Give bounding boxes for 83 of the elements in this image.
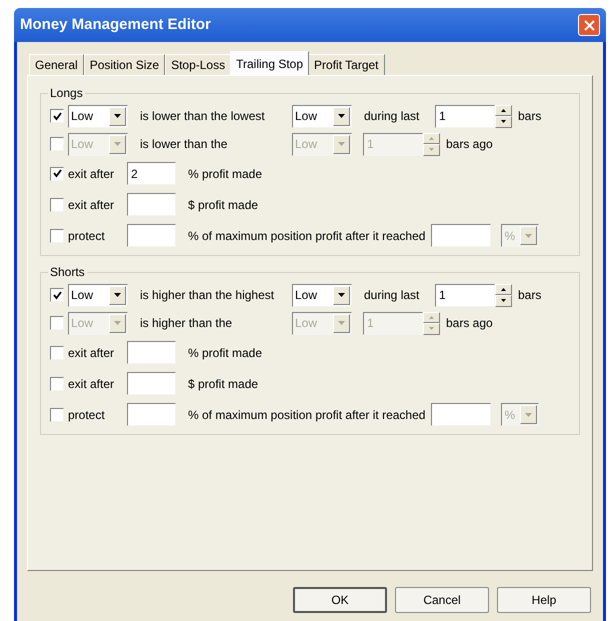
caret-icon [338, 142, 345, 146]
dropdown-arrow-button[interactable] [333, 286, 350, 304]
caret-icon [338, 114, 345, 118]
condition-label: is lower than the [140, 136, 228, 153]
condition-label: is higher than the [140, 315, 234, 332]
spin-down-button[interactable] [495, 295, 512, 306]
dropdown[interactable]: Low [292, 284, 352, 306]
up-arrow-icon [501, 108, 506, 112]
tab[interactable]: Stop-Loss [165, 54, 232, 75]
up-arrow-icon [429, 316, 434, 319]
checkbox-label: protect [68, 228, 106, 244]
spin-down-button[interactable] [495, 116, 512, 128]
window-title: Money Management Editor [20, 14, 211, 35]
up-arrow-icon [501, 288, 506, 291]
dialog-button[interactable]: Help [497, 587, 591, 613]
tab[interactable]: Profit Target [308, 54, 385, 75]
unit-label: bars [518, 287, 542, 304]
during-label: during last [364, 108, 420, 125]
input-field[interactable]: 1 [435, 104, 495, 128]
dropdown-arrow-button[interactable] [109, 286, 126, 304]
input-field[interactable] [127, 372, 176, 395]
checkbox[interactable] [50, 288, 64, 302]
tab[interactable]: General [29, 54, 84, 75]
spin-up-button[interactable] [495, 104, 512, 116]
dialog-button[interactable]: OK [293, 587, 387, 613]
description-label: $ profit made [188, 376, 258, 392]
checkbox[interactable] [50, 408, 64, 422]
input-field[interactable] [127, 403, 176, 426]
caret-icon [114, 142, 121, 146]
checkbox[interactable] [50, 228, 64, 242]
down-arrow-icon [501, 120, 506, 124]
description-label: % profit made [188, 166, 262, 182]
down-arrow-icon [429, 327, 434, 330]
caret-icon [338, 321, 345, 325]
description-label: $ profit made [188, 196, 258, 214]
during-label: during last [364, 287, 420, 304]
down-arrow-icon [501, 299, 506, 302]
checkbox[interactable] [50, 166, 64, 180]
input-field[interactable]: 1 [435, 284, 495, 306]
checkbox[interactable] [50, 346, 64, 360]
condition-label: is higher than the highest [140, 287, 276, 304]
checkbox-label: exit after [68, 166, 116, 182]
unit-label: bars [518, 108, 542, 125]
up-arrow-icon [429, 136, 434, 140]
description-label: % profit made [188, 344, 262, 362]
input-field[interactable] [127, 341, 176, 364]
close-icon [584, 20, 594, 30]
input-field[interactable]: 2 [127, 162, 176, 185]
description-label: % of maximum position profit after it reached [188, 406, 426, 424]
caret-icon [114, 293, 121, 297]
caret-icon [338, 293, 345, 297]
group-title: Shorts [49, 264, 86, 281]
spin-up-button[interactable] [495, 284, 512, 295]
dropdown-arrow-button[interactable] [109, 106, 126, 126]
checkbox-label: exit after [68, 196, 116, 214]
dialog-button[interactable]: Cancel [395, 587, 489, 613]
caret-icon [114, 321, 121, 325]
close-button[interactable] [578, 14, 600, 36]
unit-label: bars ago [446, 315, 493, 332]
input-field[interactable] [431, 224, 492, 247]
description-label: % of maximum position profit after it reached [188, 228, 426, 244]
input-field[interactable] [127, 193, 176, 216]
condition-label: is lower than the lowest [140, 108, 266, 125]
checkbox-label: exit after [68, 344, 116, 362]
unit-label: bars ago [446, 136, 493, 153]
dropdown[interactable]: Low [68, 104, 128, 128]
caret-icon [114, 114, 121, 118]
dropdown[interactable]: Low [68, 284, 128, 306]
tab[interactable]: Position Size [84, 54, 166, 75]
checkbox[interactable] [50, 109, 64, 123]
input-field[interactable] [127, 224, 176, 247]
dropdown[interactable]: Low [292, 104, 352, 128]
checkbox[interactable] [50, 376, 64, 390]
input-field[interactable] [431, 403, 492, 426]
checkbox[interactable] [50, 198, 64, 212]
checkbox-label: protect [68, 406, 106, 424]
group-title: Longs [49, 85, 84, 102]
checkbox-label: exit after [68, 376, 116, 392]
down-arrow-icon [429, 148, 434, 152]
dropdown-arrow-button[interactable] [333, 106, 350, 126]
caret-icon [525, 234, 532, 238]
caret-icon [525, 412, 532, 416]
tab[interactable]: Trailing Stop [230, 51, 310, 75]
